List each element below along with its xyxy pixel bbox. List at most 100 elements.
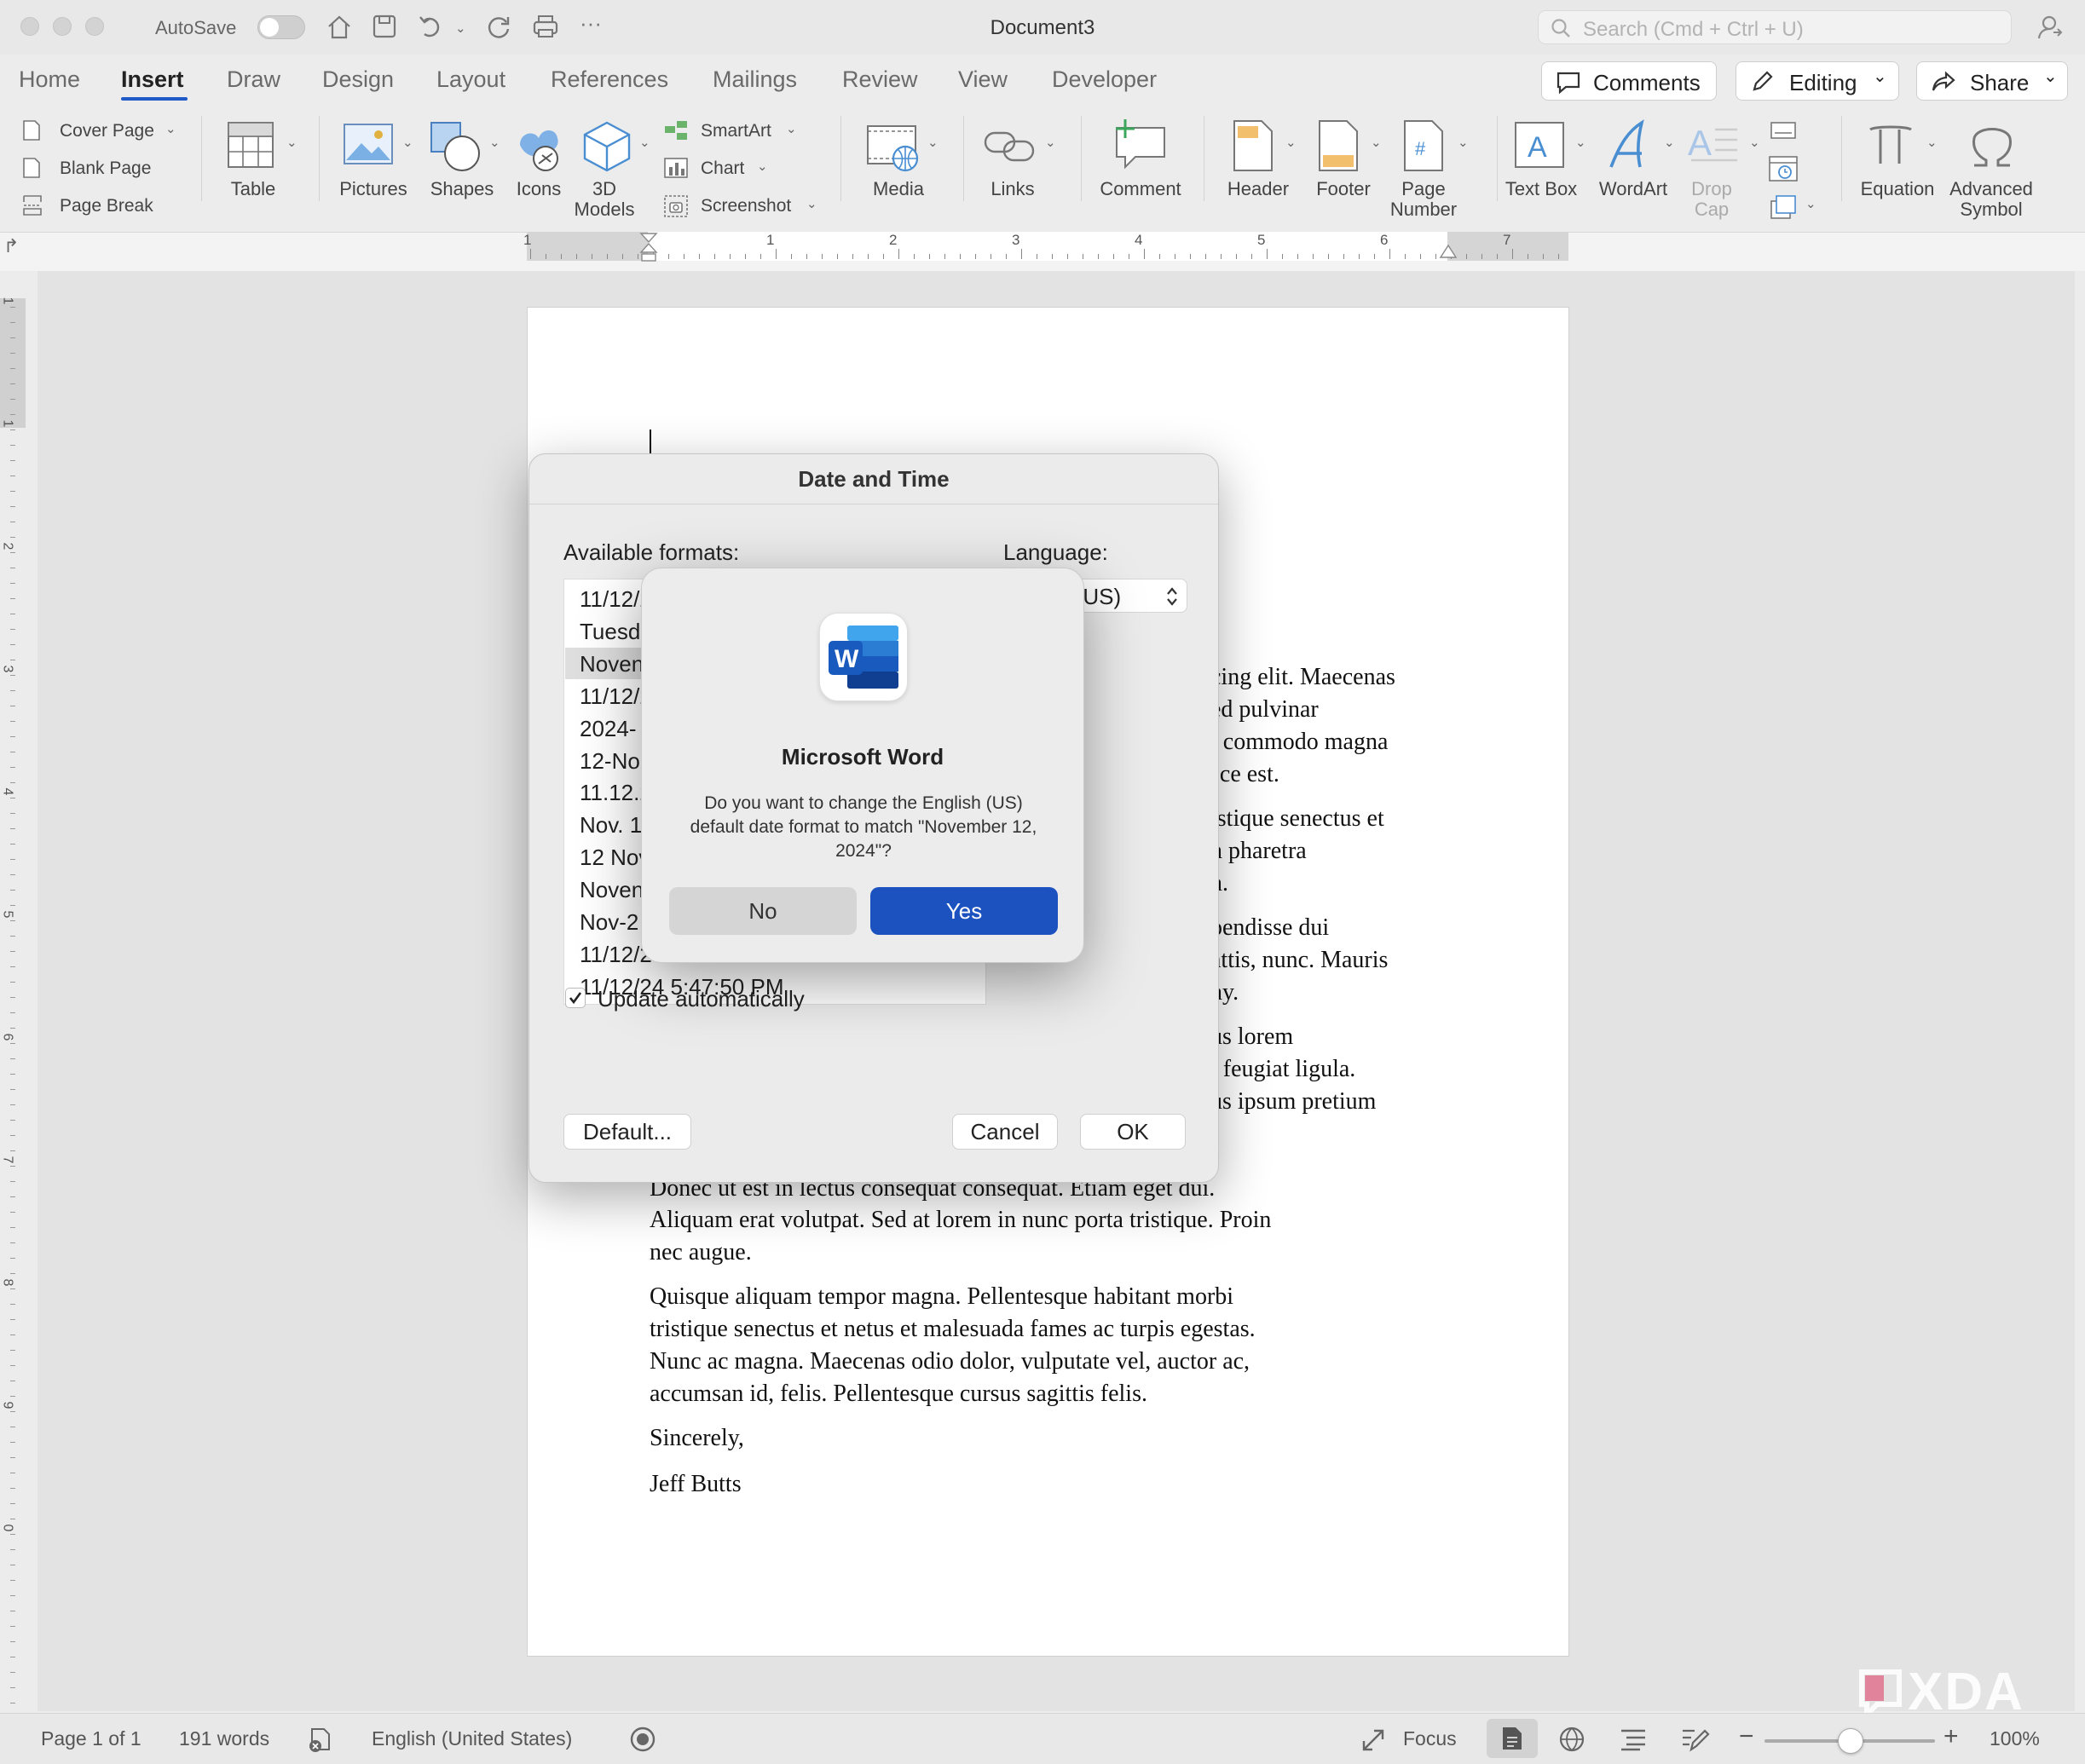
redo-icon[interactable] (486, 14, 511, 39)
signature-line-icon[interactable] (1770, 121, 1797, 140)
right-indent-marker-icon[interactable] (1439, 244, 1458, 261)
web-layout-icon[interactable] (1558, 1726, 1585, 1753)
ruler-tick (791, 254, 792, 259)
ruler-tick (10, 1672, 15, 1673)
ruler-tick (10, 337, 15, 338)
ok-button[interactable]: OK (1080, 1114, 1186, 1150)
no-button[interactable]: No (669, 887, 857, 935)
focus-label[interactable]: Focus (1403, 1727, 1457, 1750)
indent-marker-icon[interactable] (639, 232, 658, 262)
format-option[interactable]: Tuesd (580, 619, 640, 645)
ruler-tick (960, 254, 961, 259)
minimize-window-button[interactable] (53, 17, 72, 36)
format-option[interactable]: 12 Nov (580, 845, 650, 871)
search-field[interactable]: Search (Cmd + Ctrl + U) (1538, 10, 2012, 44)
ruler-tick (1328, 254, 1329, 259)
update-automatically-label[interactable]: Update automatically (598, 986, 805, 1012)
document-text-line: Sincerely, (650, 1425, 744, 1451)
ruler-number: 2 (889, 232, 898, 248)
ruler-tick (10, 1580, 15, 1581)
ruler-tick (10, 920, 15, 921)
ruler-tick (1405, 254, 1406, 259)
page-count[interactable]: Page 1 of 1 (41, 1727, 142, 1750)
zoom-slider-thumb[interactable] (1838, 1728, 1863, 1754)
account-icon[interactable] (2037, 14, 2065, 41)
draft-view-icon[interactable] (1681, 1726, 1710, 1753)
word-count[interactable]: 191 words (179, 1727, 269, 1750)
chevron-down-icon[interactable]: ⌄ (1805, 196, 1816, 211)
change-default-format-alert: W Microsoft Word Do you want to change t… (641, 568, 1084, 963)
ruler-tick (10, 1365, 15, 1366)
undo-dropdown-chevron-icon[interactable]: ⌄ (455, 20, 466, 36)
yes-button[interactable]: Yes (870, 887, 1058, 935)
ruler-tick (714, 254, 715, 259)
proofing-icon[interactable] (307, 1726, 334, 1753)
ruler-tick (1052, 254, 1053, 259)
tab-view[interactable]: View (958, 66, 1008, 93)
home-icon[interactable] (326, 14, 353, 41)
format-option[interactable]: Noven (580, 651, 644, 677)
print-icon[interactable] (532, 14, 559, 39)
drop-cap-icon: A (1688, 123, 1737, 163)
ruler-tick (10, 598, 15, 599)
ruler-tick (10, 1534, 15, 1535)
tab-mailings[interactable]: Mailings (713, 66, 797, 93)
ruler-tick (668, 254, 669, 259)
ribbon-separator (963, 116, 964, 201)
format-option[interactable]: Nov. 1 (580, 812, 642, 839)
share-icon (1932, 71, 1955, 91)
ruler-ticks (527, 232, 1568, 261)
cancel-button[interactable]: Cancel (952, 1114, 1058, 1150)
ruler-tick (10, 552, 15, 553)
horizontal-ruler[interactable]: 1 1 2 3 4 5 6 7 (523, 232, 1568, 262)
save-icon[interactable] (372, 14, 397, 39)
tab-home[interactable]: Home (19, 66, 80, 93)
ruler-tick (1313, 254, 1314, 259)
tab-review[interactable]: Review (842, 66, 918, 93)
update-automatically-checkbox[interactable] (565, 988, 586, 1008)
tab-layout[interactable]: Layout (436, 66, 505, 93)
document-text-fragment: istique senectus et (1210, 805, 1384, 832)
format-option[interactable]: 12-No (580, 748, 640, 775)
ruler-tick (10, 1212, 15, 1213)
outline-view-icon[interactable] (1620, 1727, 1647, 1751)
ruler-tick (10, 1442, 15, 1443)
tab-insert[interactable]: Insert (121, 66, 184, 93)
comments-button[interactable]: Comments (1541, 61, 1717, 101)
tab-draw[interactable]: Draw (227, 66, 280, 93)
print-layout-view-button[interactable] (1487, 1719, 1538, 1758)
undo-icon[interactable] (418, 14, 443, 39)
format-option[interactable]: Noven (580, 877, 644, 903)
ribbon-separator (1841, 116, 1842, 201)
vertical-ruler[interactable]: 1 1 2 3 4 5 6 7 8 9 0 (0, 297, 26, 1713)
tab-references[interactable]: References (551, 66, 668, 93)
tab-design[interactable]: Design (322, 66, 394, 93)
3d-cube-icon (583, 121, 631, 172)
zoom-out-button[interactable]: − (1739, 1722, 1754, 1751)
zoom-level[interactable]: 100% (1990, 1727, 2040, 1750)
more-options-icon[interactable]: ··· (580, 10, 602, 37)
ruler-tick (10, 506, 15, 507)
ruler-tick (10, 1012, 15, 1013)
ruler-tick (10, 1227, 15, 1228)
ruler-tick (10, 1043, 15, 1044)
zoom-window-button[interactable] (85, 17, 104, 36)
object-icon[interactable] (1770, 194, 1797, 220)
close-window-button[interactable] (20, 17, 39, 36)
ruler-tick (10, 1258, 15, 1259)
format-option[interactable]: Nov-2 (580, 909, 638, 936)
zoom-in-button[interactable]: + (1943, 1722, 1959, 1751)
format-option[interactable]: 2024- (580, 716, 637, 742)
language-status[interactable]: English (United States) (372, 1727, 572, 1750)
tab-developer[interactable]: Developer (1052, 66, 1157, 93)
default-button[interactable]: Default... (563, 1114, 691, 1150)
focus-expand-icon[interactable] (1360, 1727, 1386, 1753)
search-icon (1551, 19, 1570, 37)
page-break-icon (23, 195, 42, 216)
share-button[interactable]: Share ⌄ (1916, 61, 2068, 101)
editing-button[interactable]: Editing ⌄ (1736, 61, 1899, 101)
autosave-toggle[interactable] (257, 15, 305, 39)
tab-stop-selector-icon[interactable]: ↱ (3, 235, 19, 257)
accessibility-check-icon[interactable] (629, 1726, 656, 1753)
date-time-icon[interactable] (1768, 153, 1799, 182)
